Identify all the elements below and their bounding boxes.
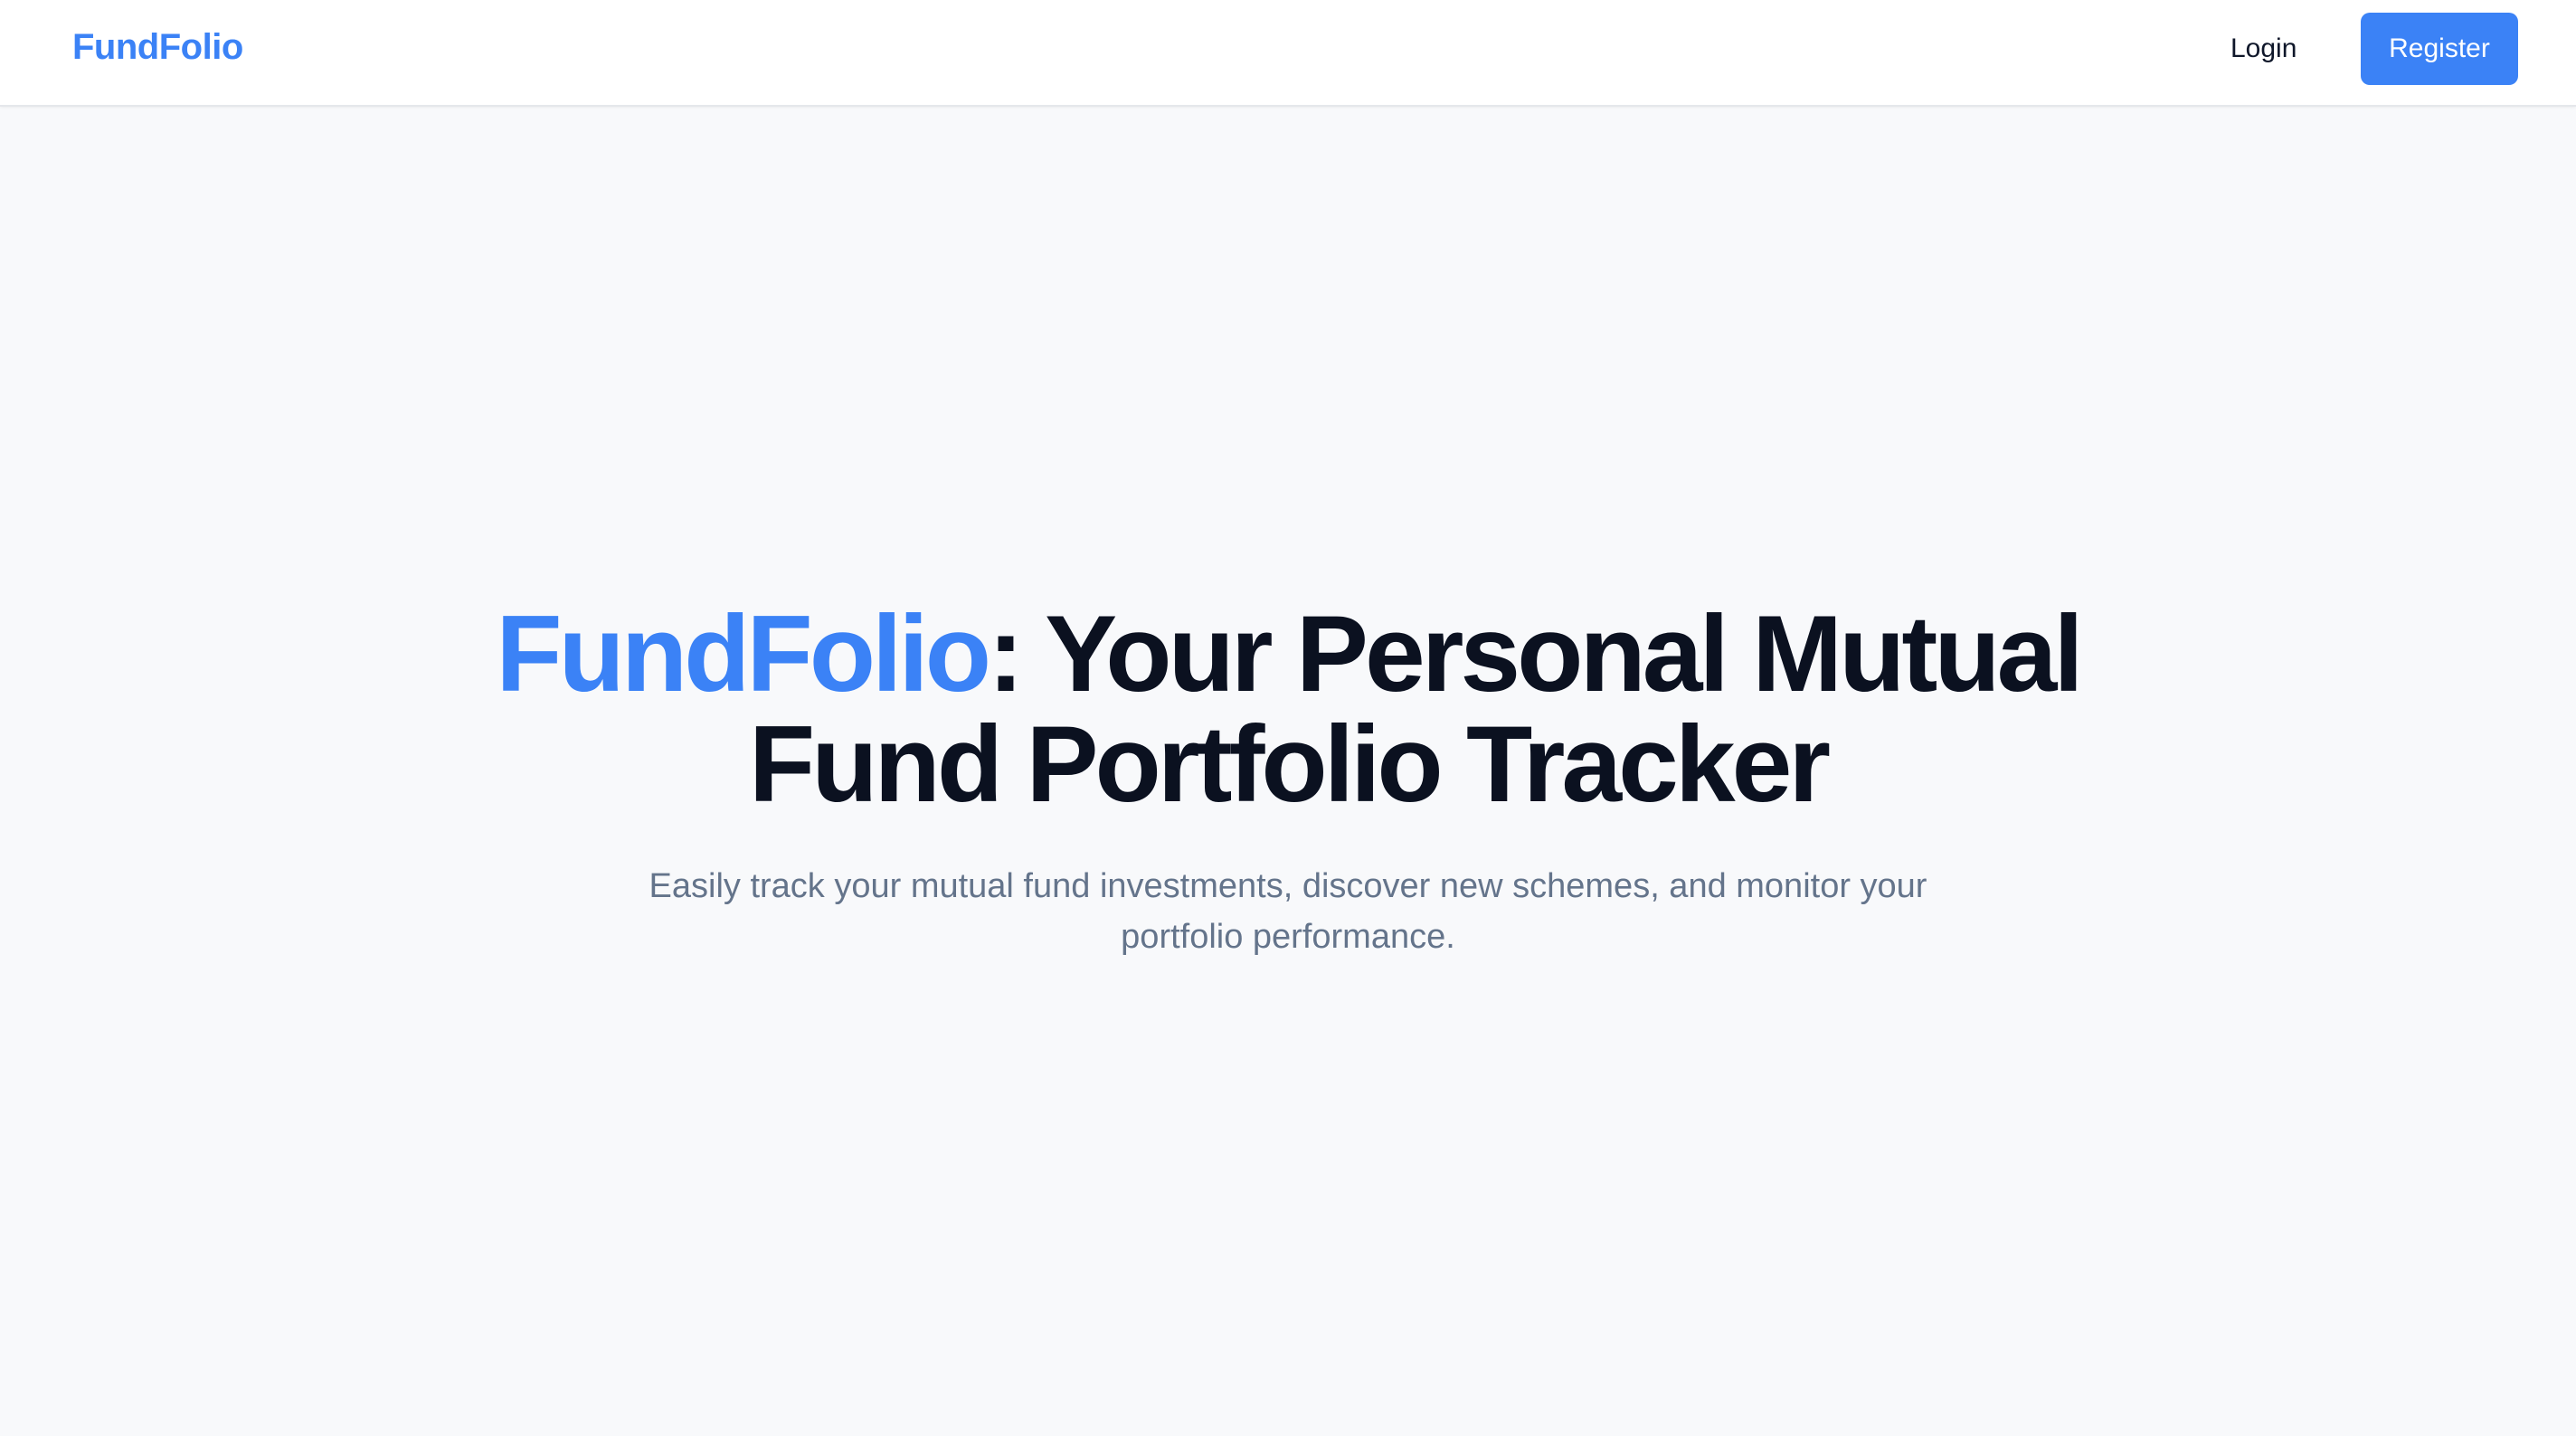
hero-title: FundFolio: Your Personal Mutual Fund Por…	[492, 599, 2084, 819]
login-link[interactable]: Login	[2207, 13, 2320, 85]
hero-section: FundFolio: Your Personal Mutual Fund Por…	[0, 599, 2576, 962]
register-button[interactable]: Register	[2361, 13, 2518, 85]
hero-title-accent: FundFolio	[496, 593, 991, 714]
top-navbar: FundFolio Login Register	[0, 0, 2576, 107]
hero-subtitle: Easily track your mutual fund investment…	[649, 867, 1927, 956]
brand-logo-link[interactable]: FundFolio	[72, 27, 243, 68]
